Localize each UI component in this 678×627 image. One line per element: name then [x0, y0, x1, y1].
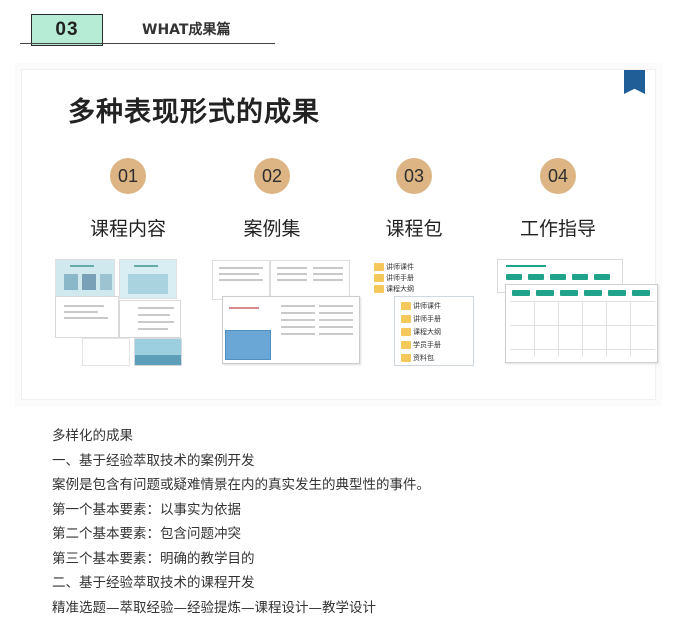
article-body: 多样化的成果 一、基于经验萃取技术的案例开发 案例是包含有问题或疑难情景在内的真… — [52, 424, 652, 620]
case-photo-thumbnail — [225, 330, 271, 360]
bookmark-icon — [624, 70, 645, 94]
body-line: 第一个基本要素：以事实为依据 — [52, 501, 241, 518]
result-item-course-content: 01 课程内容 — [58, 158, 198, 240]
body-line: 案例是包含有问题或疑难情景在内的真实发生的典型性的事件。 — [52, 477, 430, 493]
slide-image: 多种表现形式的成果 01 课程内容 02 案例集 03 课程包 04 工作指导 — [21, 69, 658, 400]
slide-title: 多种表现形式的成果 — [68, 97, 320, 128]
folder-item: 讲师手册 — [399, 314, 441, 324]
work-guide-table-thumbnail — [505, 284, 658, 363]
number-circle: 01 — [110, 158, 146, 194]
folder-item: 讲师课件 — [399, 301, 441, 311]
body-line: 精准选题—萃取经验—经验提炼—课程设计—教学设计 — [52, 599, 376, 616]
result-item-label: 工作指导 — [519, 218, 596, 240]
result-item-label: 案例集 — [243, 218, 301, 240]
result-item-course-package: 03 课程包 — [344, 158, 484, 240]
body-line: 多样化的成果 — [52, 428, 133, 444]
course-slide-thumbnail — [134, 338, 182, 366]
section-number-badge: 03 — [31, 14, 103, 46]
result-item-work-guide: 04 工作指导 — [488, 158, 628, 240]
header-divider — [20, 43, 275, 44]
folder-item: 课程大纲 — [399, 327, 441, 337]
folder-item: 学员手册 — [399, 340, 441, 350]
section-title: WHAT成果篇 — [142, 22, 231, 38]
folder-item: 讲师课件 — [372, 262, 414, 272]
result-item-case-collection: 02 案例集 — [202, 158, 342, 240]
course-package-folder-list: 讲师课件 讲师手册 课程大纲 学员手册 资料包 — [394, 296, 474, 366]
course-slide-thumbnail — [119, 259, 177, 299]
body-line: 第二个基本要素：包含问题冲突 — [52, 526, 241, 542]
folder-item: 讲师手册 — [372, 273, 414, 283]
course-slide-thumbnail — [119, 300, 181, 338]
number-circle: 02 — [254, 158, 290, 194]
course-slide-thumbnail — [55, 259, 115, 299]
body-line: 第三个基本要素：明确的教学目的 — [52, 550, 255, 567]
course-slide-thumbnail — [55, 296, 119, 338]
section-header: 03 WHAT成果篇 — [0, 0, 678, 50]
number-circle: 04 — [540, 158, 576, 194]
course-slide-thumbnail — [82, 338, 130, 366]
case-document-thumbnail — [212, 260, 270, 300]
number-circle: 03 — [396, 158, 432, 194]
body-line: 一、基于经验萃取技术的案例开发 — [52, 452, 255, 469]
body-line: 二、基于经验萃取技术的课程开发 — [52, 575, 255, 591]
result-item-label: 课程包 — [385, 218, 443, 240]
result-item-label: 课程内容 — [89, 218, 166, 240]
folder-item: 资料包 — [399, 353, 434, 363]
folder-item: 课程大纲 — [372, 284, 414, 294]
